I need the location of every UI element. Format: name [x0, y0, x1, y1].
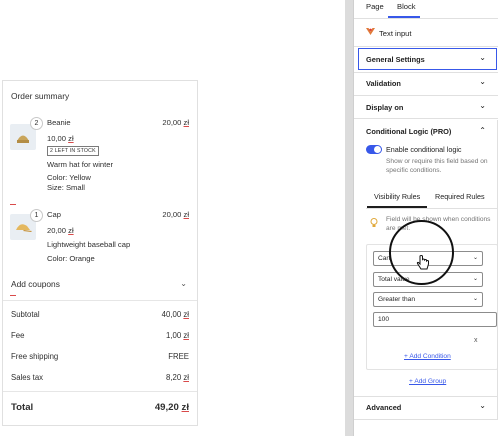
add-coupons-toggle[interactable]: Add coupons — [11, 279, 60, 289]
stock-badge: 2 LEFT IN STOCK — [47, 146, 99, 156]
divider — [354, 419, 498, 420]
tab-visibility-rules[interactable]: Visibility Rules — [374, 192, 420, 201]
subtotal-row: Subtotal 40,00 zł — [11, 310, 189, 319]
block-settings-panel: Page Block Text input General Settings ⌄… — [354, 0, 498, 436]
chevron-down-icon[interactable]: ⌄ — [180, 279, 187, 288]
chevron-down-icon[interactable]: ⌄ — [479, 77, 486, 86]
item-name: Beanie — [47, 118, 71, 127]
text-input-logo-icon — [365, 26, 376, 37]
item-description: Lightweight baseball cap — [47, 240, 131, 249]
chevron-down-icon[interactable]: ⌄ — [479, 101, 486, 110]
item-unit-price: 10,00 zł — [47, 134, 74, 143]
divider — [3, 300, 197, 301]
item-attribute: Color: Yellow — [47, 173, 91, 182]
section-display-on[interactable]: Display on — [366, 103, 403, 112]
block-name: Text input — [379, 29, 412, 38]
tab-required-rules[interactable]: Required Rules — [435, 192, 485, 201]
quantity-badge: 1 — [30, 209, 43, 222]
sales-tax-row: Sales tax 8,20 zł — [11, 373, 189, 382]
section-validation[interactable]: Validation — [366, 79, 401, 88]
item-price: 20,00 zł — [162, 210, 189, 219]
fee-row: Fee 1,00 zł — [11, 331, 189, 340]
divider — [354, 118, 498, 119]
divider — [366, 208, 498, 209]
section-advanced[interactable]: Advanced — [366, 403, 401, 412]
add-group-link[interactable]: + Add Group — [409, 378, 446, 385]
add-condition-link[interactable]: + Add Condition — [404, 353, 451, 360]
divider — [354, 18, 498, 19]
divider — [3, 391, 197, 392]
tab-block[interactable]: Block — [397, 2, 416, 11]
divider — [354, 72, 498, 73]
chevron-down-icon[interactable]: ⌄ — [479, 401, 486, 410]
divider — [354, 46, 498, 47]
section-conditional-logic[interactable]: Conditional Logic (PRO) — [366, 127, 451, 136]
cursor-highlight — [389, 220, 454, 285]
quantity-badge: 2 — [30, 117, 43, 130]
divider — [354, 396, 498, 397]
item-price: 20,00 zł — [162, 118, 189, 127]
item-attribute: Color: Orange — [47, 254, 95, 263]
item-unit-price: 20,00 zł — [47, 226, 74, 235]
hand-pointer-icon — [416, 255, 430, 273]
coupons-marker — [10, 295, 16, 296]
shipping-row: Free shipping FREE — [11, 352, 189, 361]
remove-marker[interactable] — [10, 204, 16, 205]
chevron-up-icon[interactable]: ⌃ — [479, 126, 486, 135]
order-summary-title: Order summary — [11, 91, 70, 101]
conditional-help-text: Show or require this field based on spec… — [386, 158, 488, 174]
remove-condition-button[interactable]: x — [474, 337, 478, 344]
item-attribute: Size: Small — [47, 183, 85, 192]
item-name: Cap — [47, 210, 61, 219]
condition-value-input[interactable]: 100 — [373, 312, 497, 327]
editor-divider — [345, 0, 353, 436]
divider — [354, 95, 498, 96]
tab-page[interactable]: Page — [366, 2, 384, 11]
enable-conditional-label: Enable conditional logic — [386, 145, 462, 154]
item-description: Warm hat for winter — [47, 160, 113, 169]
total-row: Total 49,20 zł — [11, 402, 189, 413]
condition-operator-select[interactable]: Greater than ⌄ — [373, 292, 483, 307]
order-summary: Order summary 2 Beanie 20,00 zł 10,00 zł… — [2, 80, 198, 426]
chevron-down-icon[interactable]: ⌄ — [479, 53, 486, 62]
conditional-logic-toggle[interactable] — [366, 145, 382, 154]
section-general-settings[interactable]: General Settings — [366, 55, 425, 64]
lightbulb-icon — [370, 218, 378, 228]
